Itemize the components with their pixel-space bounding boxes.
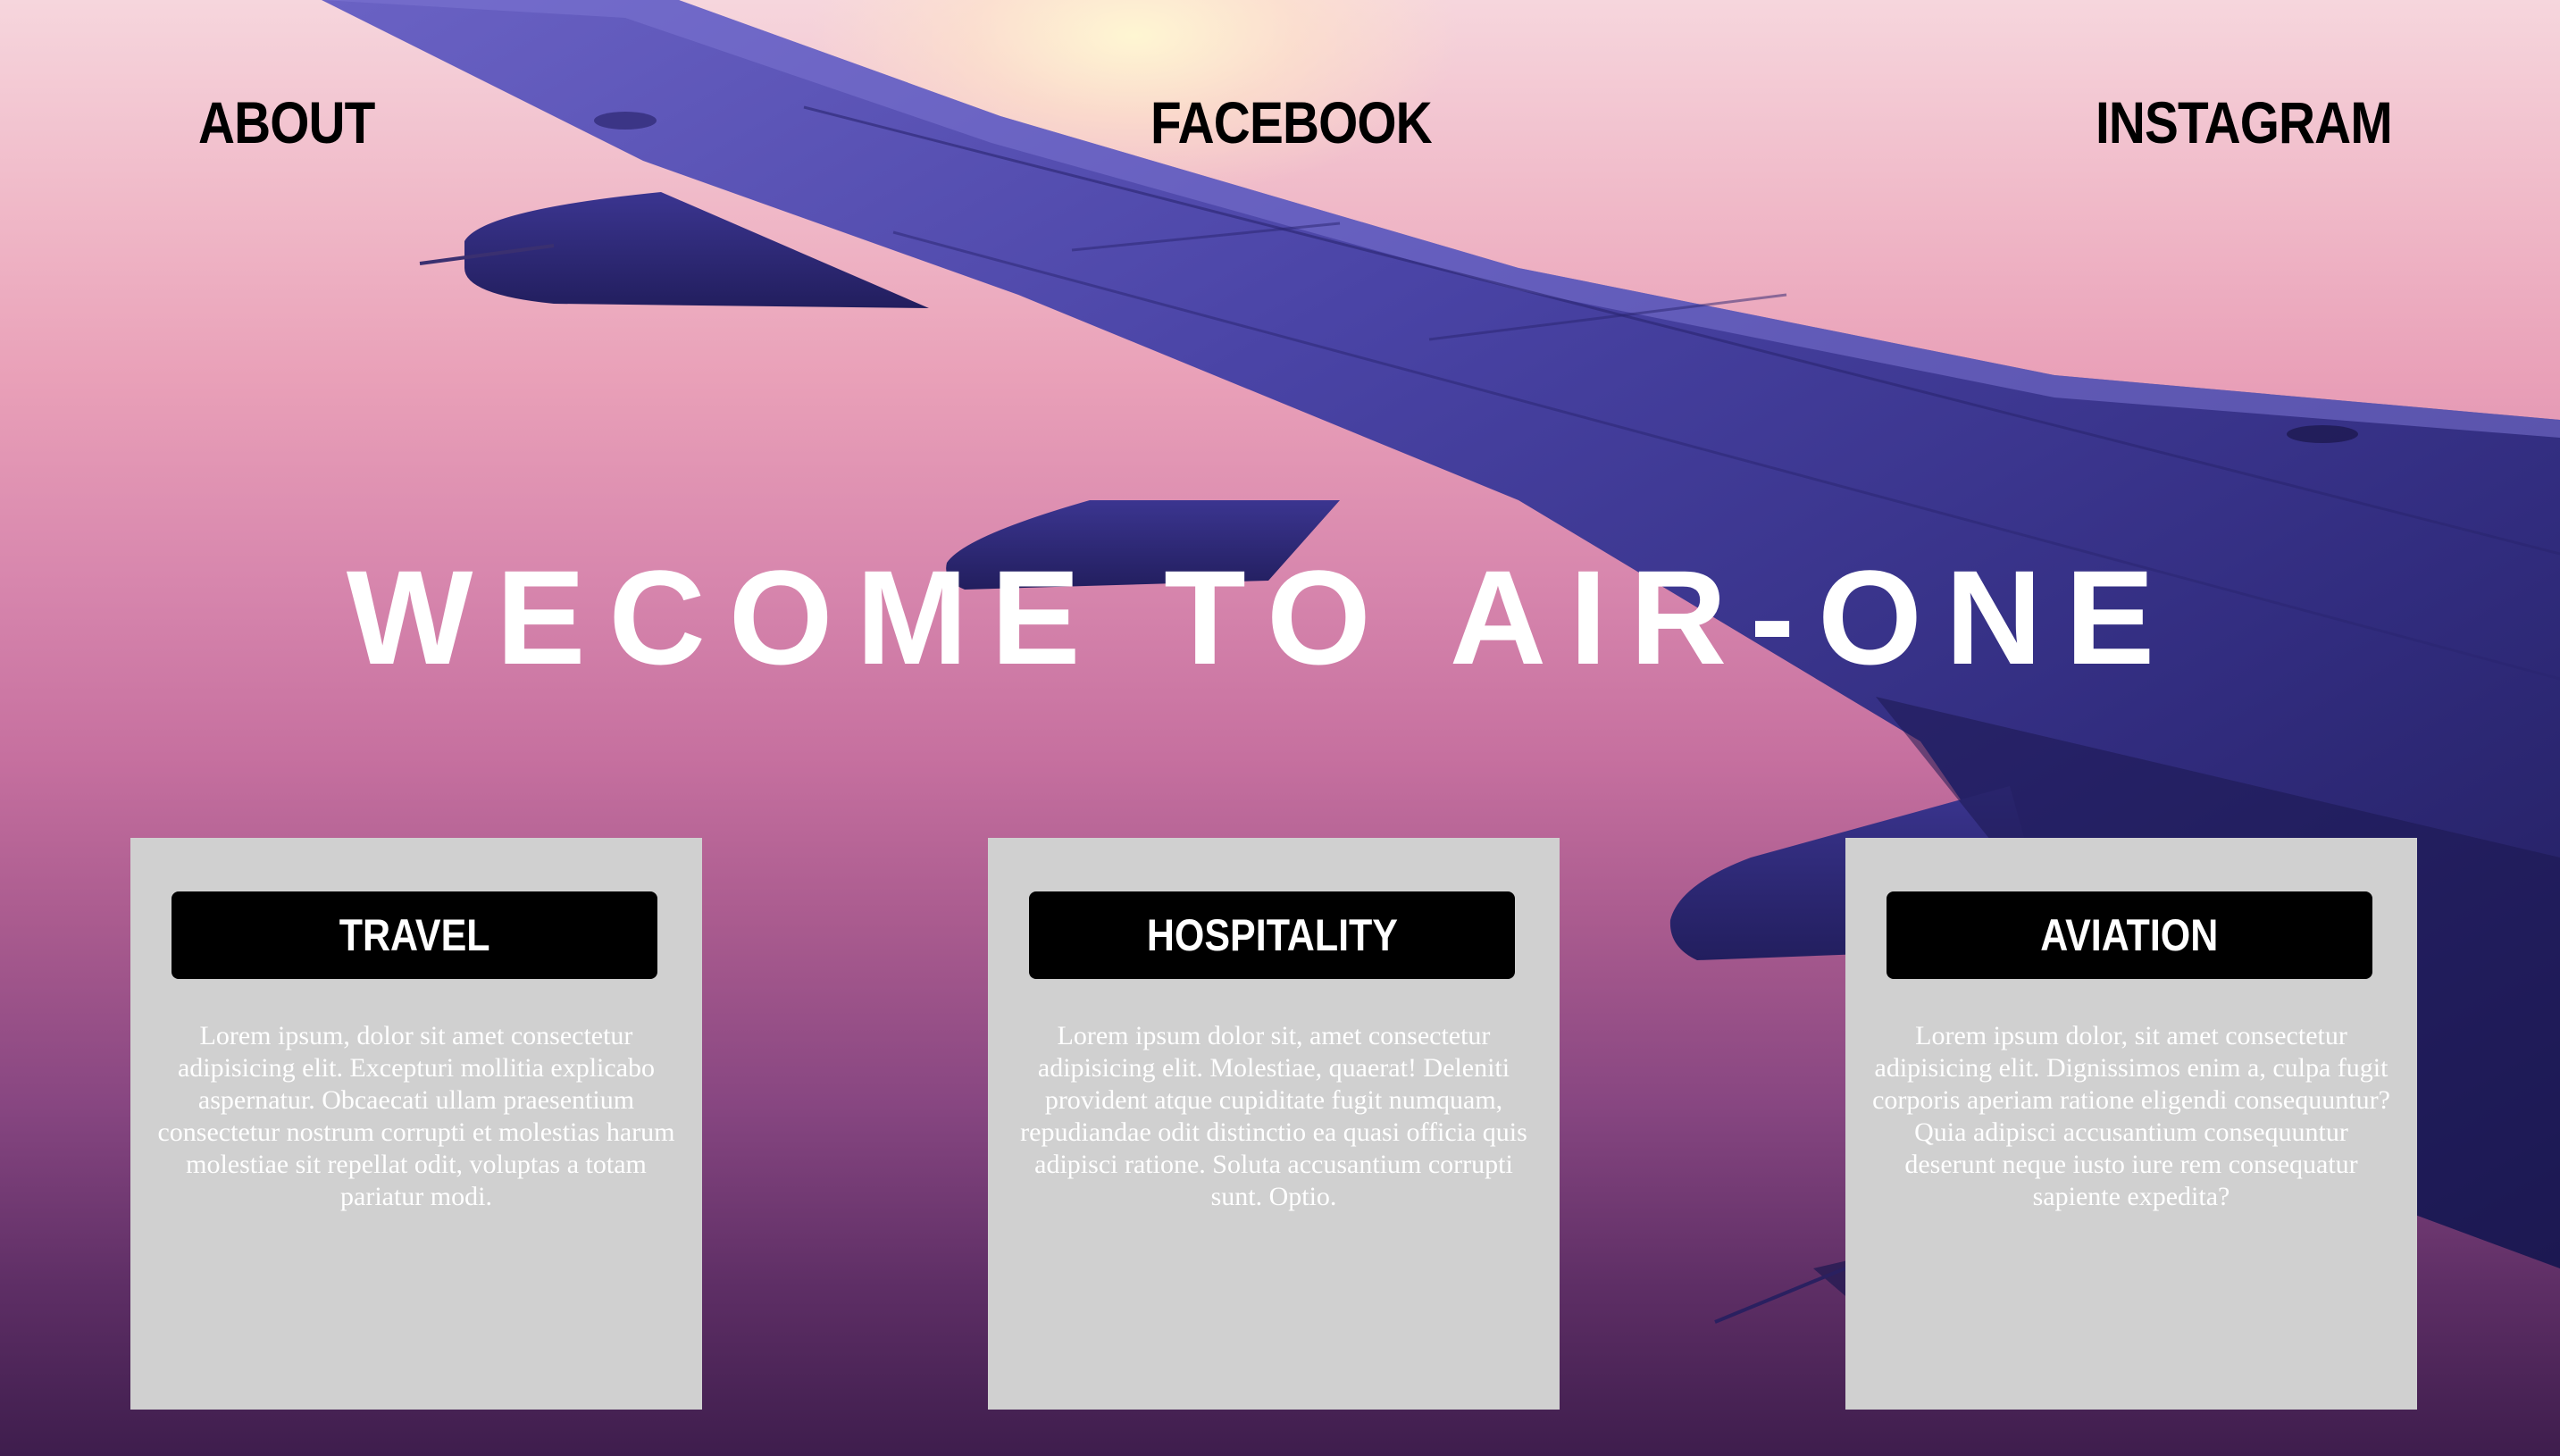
aviation-button[interactable]: AVIATION: [1887, 891, 2372, 979]
card-hospitality: HOSPITALITY Lorem ipsum dolor sit, amet …: [988, 838, 1560, 1410]
card-aviation: AVIATION Lorem ipsum dolor, sit amet con…: [1845, 838, 2417, 1410]
card-travel: TRAVEL Lorem ipsum, dolor sit amet conse…: [130, 838, 702, 1410]
card-aviation-text: Lorem ipsum dolor, sit amet consectetur …: [1872, 1021, 2390, 1211]
card-hospitality-text: Lorem ipsum dolor sit, amet consectetur …: [1020, 1021, 1527, 1211]
hero-title: WECOME TO AIR-ONE: [346, 541, 2179, 692]
nav-facebook-link[interactable]: FACEBOOK: [1150, 82, 1433, 163]
travel-button-label: TRAVEL: [339, 910, 490, 960]
nav-instagram-link[interactable]: INSTAGRAM: [2096, 82, 2393, 163]
hospitality-button[interactable]: HOSPITALITY: [1029, 891, 1515, 979]
hospitality-button-label: HOSPITALITY: [1146, 910, 1398, 960]
nav-about-link[interactable]: ABOUT: [198, 82, 375, 163]
aviation-button-label: AVIATION: [2040, 910, 2219, 960]
card-travel-text: Lorem ipsum, dolor sit amet consectetur …: [157, 1021, 675, 1211]
travel-button[interactable]: TRAVEL: [172, 891, 657, 979]
